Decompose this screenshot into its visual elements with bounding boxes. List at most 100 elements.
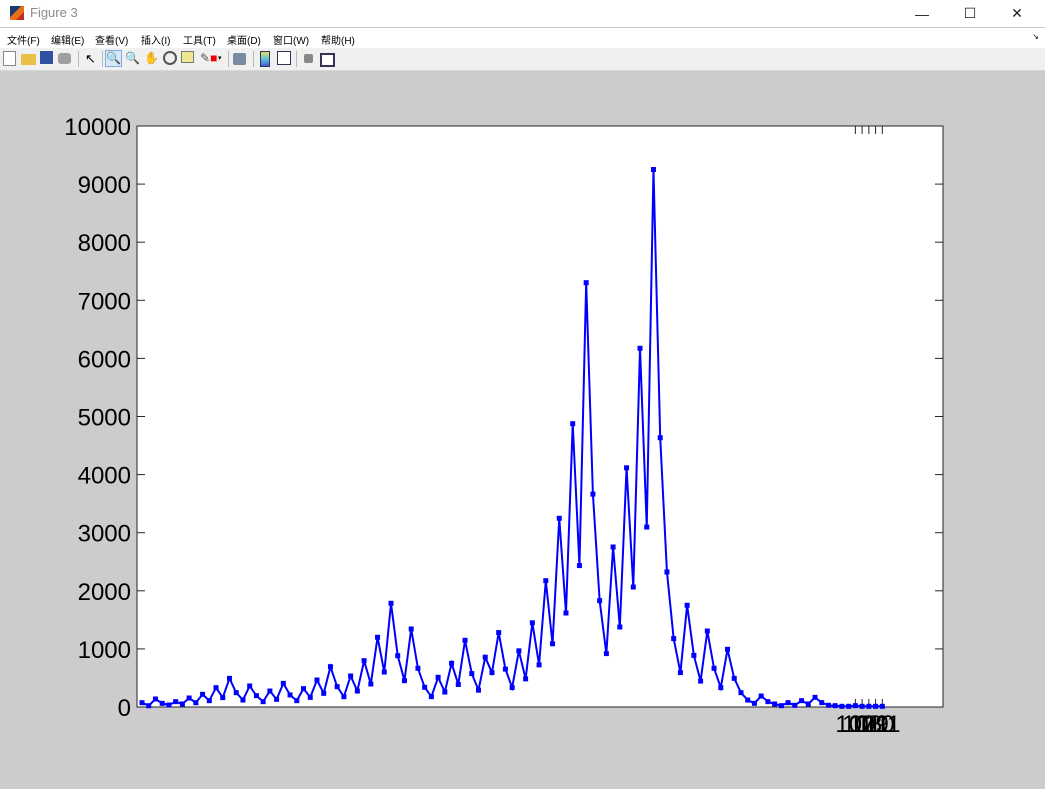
data-point — [422, 684, 428, 690]
data-point — [476, 687, 481, 693]
data-point — [280, 680, 286, 686]
line-chart: 0 1000 2000 3000 4000 5000 6000 7000 8000 9000 100… — [64, 114, 944, 738]
data-point — [698, 678, 704, 684]
data-point — [704, 628, 710, 634]
y-tick-label: 7000 — [78, 288, 131, 315]
data-point — [408, 626, 414, 632]
data-point — [839, 703, 845, 709]
data-point — [395, 653, 401, 659]
data-point — [361, 658, 367, 664]
data-point — [509, 685, 515, 691]
data-point — [469, 671, 475, 677]
data-point — [455, 681, 461, 687]
data-point — [725, 646, 731, 652]
data-point — [610, 544, 616, 550]
data-point — [576, 563, 582, 569]
data-point — [523, 676, 529, 682]
data-point — [664, 569, 670, 575]
data-point — [193, 700, 199, 706]
data-point — [442, 689, 448, 695]
data-point — [630, 584, 636, 590]
data-point — [226, 675, 232, 681]
data-point — [677, 670, 683, 676]
data-point — [529, 620, 535, 626]
data-point — [799, 698, 805, 704]
data-point — [260, 699, 266, 705]
data-point — [206, 698, 212, 704]
data-point — [718, 685, 724, 691]
data-point — [502, 666, 508, 672]
data-point — [253, 693, 259, 699]
y-tick-label: 8000 — [78, 230, 131, 257]
data-point — [792, 702, 798, 708]
data-point — [785, 700, 791, 706]
data-point — [186, 695, 192, 701]
data-point — [765, 699, 771, 705]
data-point — [301, 686, 307, 692]
data-point — [832, 703, 838, 709]
data-point — [240, 697, 246, 703]
data-point — [570, 421, 576, 427]
data-point — [711, 665, 717, 671]
data-point — [866, 703, 872, 709]
data-point — [637, 345, 643, 351]
data-point — [516, 648, 522, 654]
data-point — [691, 652, 697, 658]
data-point — [233, 690, 239, 696]
data-point — [745, 697, 751, 703]
data-point — [341, 694, 347, 700]
data-point — [401, 678, 407, 684]
data-point — [200, 691, 206, 697]
data-point — [556, 515, 562, 521]
data-point — [738, 690, 744, 696]
data-point — [603, 651, 609, 657]
data-point — [859, 703, 865, 709]
data-point — [267, 688, 273, 694]
data-point — [583, 280, 589, 286]
data-point — [354, 688, 360, 694]
axes-box — [136, 125, 944, 708]
data-point — [650, 167, 656, 173]
data-point — [563, 610, 569, 616]
data-point — [314, 677, 320, 683]
y-tick-label: 2000 — [78, 579, 131, 606]
data-point — [449, 660, 455, 666]
y-tick-label: 10000 — [64, 114, 131, 141]
data-point — [879, 703, 885, 709]
data-point — [489, 670, 495, 676]
data-point — [327, 664, 333, 670]
y-tick-label: 1000 — [78, 637, 131, 664]
data-point — [805, 701, 811, 707]
data-point — [543, 578, 549, 584]
data-point — [435, 674, 441, 680]
data-point — [462, 637, 468, 643]
data-point — [772, 701, 778, 707]
data-point — [173, 699, 179, 705]
y-tick-label: 4000 — [78, 463, 131, 490]
data-point — [482, 654, 488, 660]
data-point — [590, 491, 596, 497]
data-point — [415, 665, 421, 671]
data-point — [428, 694, 434, 700]
data-point — [375, 634, 381, 640]
data-point — [731, 675, 737, 681]
data-point — [496, 630, 502, 636]
data-point — [624, 465, 630, 471]
data-point — [657, 435, 663, 441]
data-point — [381, 669, 387, 675]
data-point — [873, 703, 879, 709]
y-tick-label: 6000 — [78, 346, 131, 373]
data-point — [758, 693, 764, 699]
data-point — [166, 702, 172, 708]
data-point — [247, 683, 253, 689]
data-point — [220, 695, 226, 701]
data-point — [368, 681, 374, 687]
data-point — [287, 692, 293, 698]
data-point — [550, 641, 556, 647]
data-point — [146, 703, 152, 709]
data-point — [321, 690, 327, 696]
data-point — [159, 700, 165, 706]
y-tick-label: 3000 — [78, 521, 131, 548]
data-point — [825, 702, 831, 708]
data-point — [179, 701, 185, 707]
